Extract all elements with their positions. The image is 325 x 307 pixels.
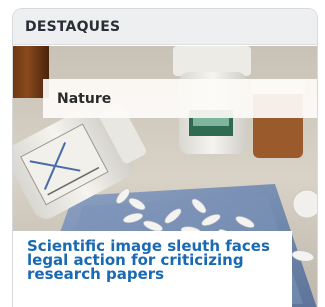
widget-header: DESTAQUES xyxy=(13,9,317,45)
story-category-label: Nature xyxy=(57,90,112,107)
story-category-tag[interactable]: Nature xyxy=(43,79,317,118)
story-headline-link[interactable]: Scientific image sleuth faces legal acti… xyxy=(27,239,284,282)
featured-story-card[interactable]: Nature Scientific image sleuth faces leg… xyxy=(13,46,317,307)
widget-title: DESTAQUES xyxy=(25,18,121,35)
story-headline-box: Scientific image sleuth faces legal acti… xyxy=(13,231,292,307)
highlights-widget: DESTAQUES Nature Scientific image sleuth… xyxy=(12,8,318,307)
